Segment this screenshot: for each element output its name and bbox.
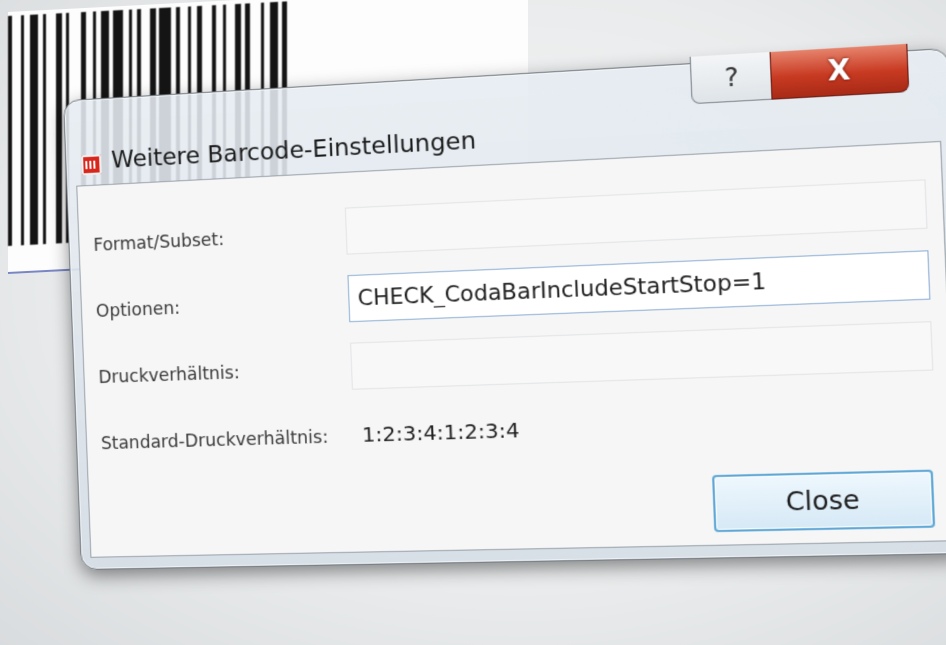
druckverhaeltnis-field[interactable] [350,321,934,390]
screen-background: Weitere Barcode-Einstellungen ? X Format… [0,0,946,645]
standard-druckverhaeltnis-label: Standard-Druckverhältnis: [100,427,329,455]
app-icon [81,154,102,176]
barcode-gap [46,13,56,244]
close-x-button[interactable]: X [769,43,910,100]
dialog-content: Format/Subset: Optionen: Druckverhältnis… [76,140,946,558]
druckverhaeltnis-label: Druckverhältnis: [98,363,241,389]
optionen-label: Optionen: [95,298,181,323]
barcode-bar [30,14,38,245]
format-subset-label: Format/Subset: [93,229,225,256]
barcode-settings-dialog: Weitere Barcode-Einstellungen ? X Format… [63,43,946,571]
help-button[interactable]: ? [689,51,774,105]
standard-druckverhaeltnis-value: 1:2:3:4:1:2:3:4 [361,417,520,447]
close-button[interactable]: Close [712,469,936,533]
druckverhaeltnis-input[interactable] [351,322,933,389]
barcode-gap [12,15,21,245]
